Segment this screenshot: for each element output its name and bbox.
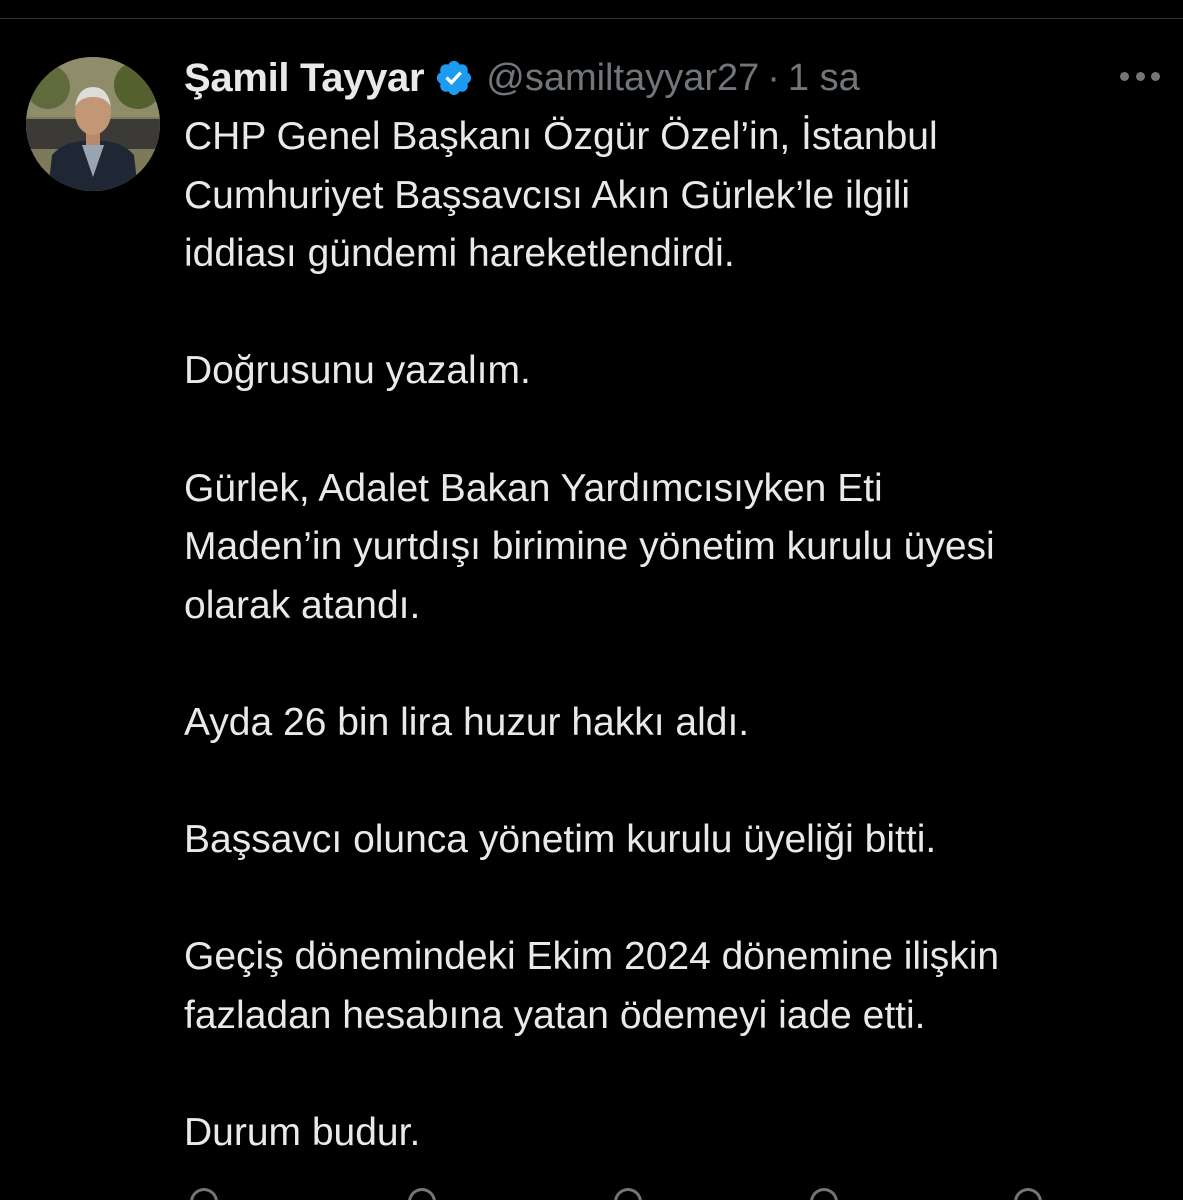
tweet-body: Şamil Tayyar @samiltayyar27 · 1 sa CHP G… bbox=[184, 52, 1164, 1163]
header-separator: · bbox=[767, 56, 780, 99]
reply-icon[interactable] bbox=[190, 1188, 218, 1200]
repost-icon[interactable] bbox=[408, 1188, 436, 1200]
tweet-paragraph: Geçiş dönemindeki Ekim 2024 dönemine ili… bbox=[184, 935, 1000, 1037]
top-divider bbox=[0, 18, 1183, 19]
tweet-paragraph: Durum budur. bbox=[184, 1111, 421, 1155]
tweet-paragraph: Doğrusunu yazalım. bbox=[184, 349, 531, 393]
tweet-text: CHP Genel Başkanı Özgür Özel’in, İstanbu… bbox=[184, 108, 1164, 1163]
share-icon[interactable] bbox=[1014, 1188, 1042, 1200]
tweet-paragraph: Başsavcı olunca yönetim kurulu üyeliği b… bbox=[184, 818, 937, 862]
author-display-name[interactable]: Şamil Tayyar bbox=[184, 56, 425, 101]
tweet-paragraph: Gürlek, Adalet Bakan Yardımcısıyken Eti … bbox=[184, 466, 995, 627]
views-icon[interactable] bbox=[810, 1188, 838, 1200]
verified-badge-icon[interactable] bbox=[434, 58, 474, 98]
tweet-paragraph: Ayda 26 bin lira huzur hakkı aldı. bbox=[184, 700, 750, 744]
tweet-action-bar bbox=[184, 1188, 1084, 1200]
tweet-timestamp[interactable]: 1 sa bbox=[788, 57, 860, 100]
more-options-icon[interactable] bbox=[1120, 70, 1160, 82]
tweet-paragraph: CHP Genel Başkanı Özgür Özel’in, İstanbu… bbox=[184, 115, 938, 276]
tweet-header: Şamil Tayyar @samiltayyar27 · 1 sa bbox=[184, 52, 1164, 104]
author-handle[interactable]: @samiltayyar27 bbox=[486, 57, 759, 100]
like-icon[interactable] bbox=[614, 1188, 642, 1200]
author-avatar[interactable] bbox=[26, 57, 160, 191]
